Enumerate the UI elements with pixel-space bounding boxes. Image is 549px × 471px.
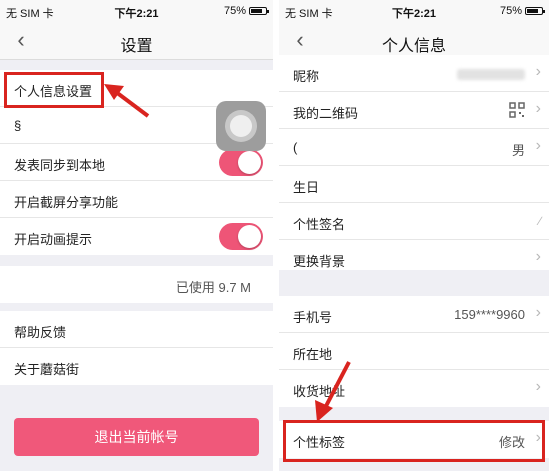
page-title: 个人信息 [381, 38, 446, 55]
birthday-label: 生日 [293, 180, 320, 195]
qr-code-label: 我的二维码 [293, 106, 359, 121]
phone-label: 手机号 [293, 310, 333, 325]
background-row[interactable]: 更换背景 › [279, 240, 549, 270]
battery-percent: 75% [499, 5, 522, 17]
battery-icon [525, 7, 545, 15]
nickname-label: 昵称 [293, 69, 320, 84]
status-bar: 无 SIM 卡 下午2:21 75% [279, 0, 549, 22]
blurred-nickname [457, 69, 525, 80]
nickname-row[interactable]: 昵称 › [279, 55, 549, 92]
highlight-box [4, 72, 104, 108]
help-feedback-row[interactable]: 帮助反馈 [0, 311, 273, 348]
about-label: 关于蘑菇街 [14, 362, 80, 377]
signature-label: 个性签名 [293, 217, 346, 232]
screenshot-share-label: 开启截屏分享功能 [14, 195, 119, 210]
cache-group: 已使用 9.7 M [0, 266, 273, 303]
sync-local-label: 发表同步到本地 [14, 158, 106, 173]
nickname-value [457, 68, 525, 83]
about-row[interactable]: 关于蘑菇街 [0, 348, 273, 385]
animation-hint-row: 开启动画提示 [0, 218, 273, 255]
signature-row[interactable]: 个性签名 ∕ [279, 203, 549, 240]
red-arrow-icon [315, 361, 351, 422]
about-group: 帮助反馈 关于蘑菇街 [0, 311, 273, 385]
toggle-knob [238, 151, 261, 174]
gender-label: ( [293, 140, 298, 155]
assistive-touch-icon[interactable] [216, 101, 266, 151]
red-arrow-icon [104, 84, 150, 118]
settings-screen: 无 SIM 卡 下午2:21 75% ‹ 设置 个人信息设置 § 发表同步到本地… [0, 0, 273, 471]
profile-group: 昵称 › 我的二维码 › ( 男 › 生日 个性签名 ∕ 更换背景 › [279, 55, 549, 270]
animation-hint-label: 开启动画提示 [14, 232, 93, 247]
battery-percent: 75% [223, 5, 246, 17]
qr-code-icon [509, 102, 525, 118]
cache-row[interactable]: 已使用 9.7 M [0, 266, 273, 303]
qr-code-row[interactable]: 我的二维码 › [279, 92, 549, 129]
sync-local-toggle[interactable] [219, 149, 263, 176]
gender-value: 男 [511, 143, 525, 158]
nav-bar: ‹ 设置 [0, 22, 273, 60]
status-bar: 无 SIM 卡 下午2:21 75% [0, 0, 273, 22]
gender-row[interactable]: ( 男 › [279, 129, 549, 166]
chevron-right-icon: › [535, 248, 541, 265]
page-title: 设置 [120, 38, 153, 55]
chevron-right-icon: › [535, 100, 541, 117]
edit-pencil-icon: ∕ [538, 214, 541, 228]
cache-used-value: 已使用 9.7 M [175, 280, 251, 295]
background-label: 更换背景 [293, 254, 346, 269]
partial-label: § [14, 118, 22, 133]
chevron-right-icon: › [535, 137, 541, 154]
animation-hint-toggle[interactable] [219, 223, 263, 250]
phone-row[interactable]: 手机号 159****9960 › [279, 296, 549, 333]
phone-value: 159****9960 [454, 307, 525, 322]
highlight-box [283, 420, 545, 462]
help-feedback-label: 帮助反馈 [14, 325, 67, 340]
screenshot-share-row: 开启截屏分享功能 [0, 181, 273, 218]
chevron-right-icon: › [535, 304, 541, 321]
battery-icon [249, 7, 269, 15]
birthday-row[interactable]: 生日 [279, 166, 549, 203]
toggle-knob [238, 225, 261, 248]
personal-info-screen: 无 SIM 卡 下午2:21 75% ‹ 个人信息 昵称 › 我的二维码 › (… [279, 0, 549, 471]
logout-button[interactable]: 退出当前帐号 [14, 418, 259, 456]
chevron-right-icon: › [535, 63, 541, 80]
chevron-right-icon: › [535, 378, 541, 395]
